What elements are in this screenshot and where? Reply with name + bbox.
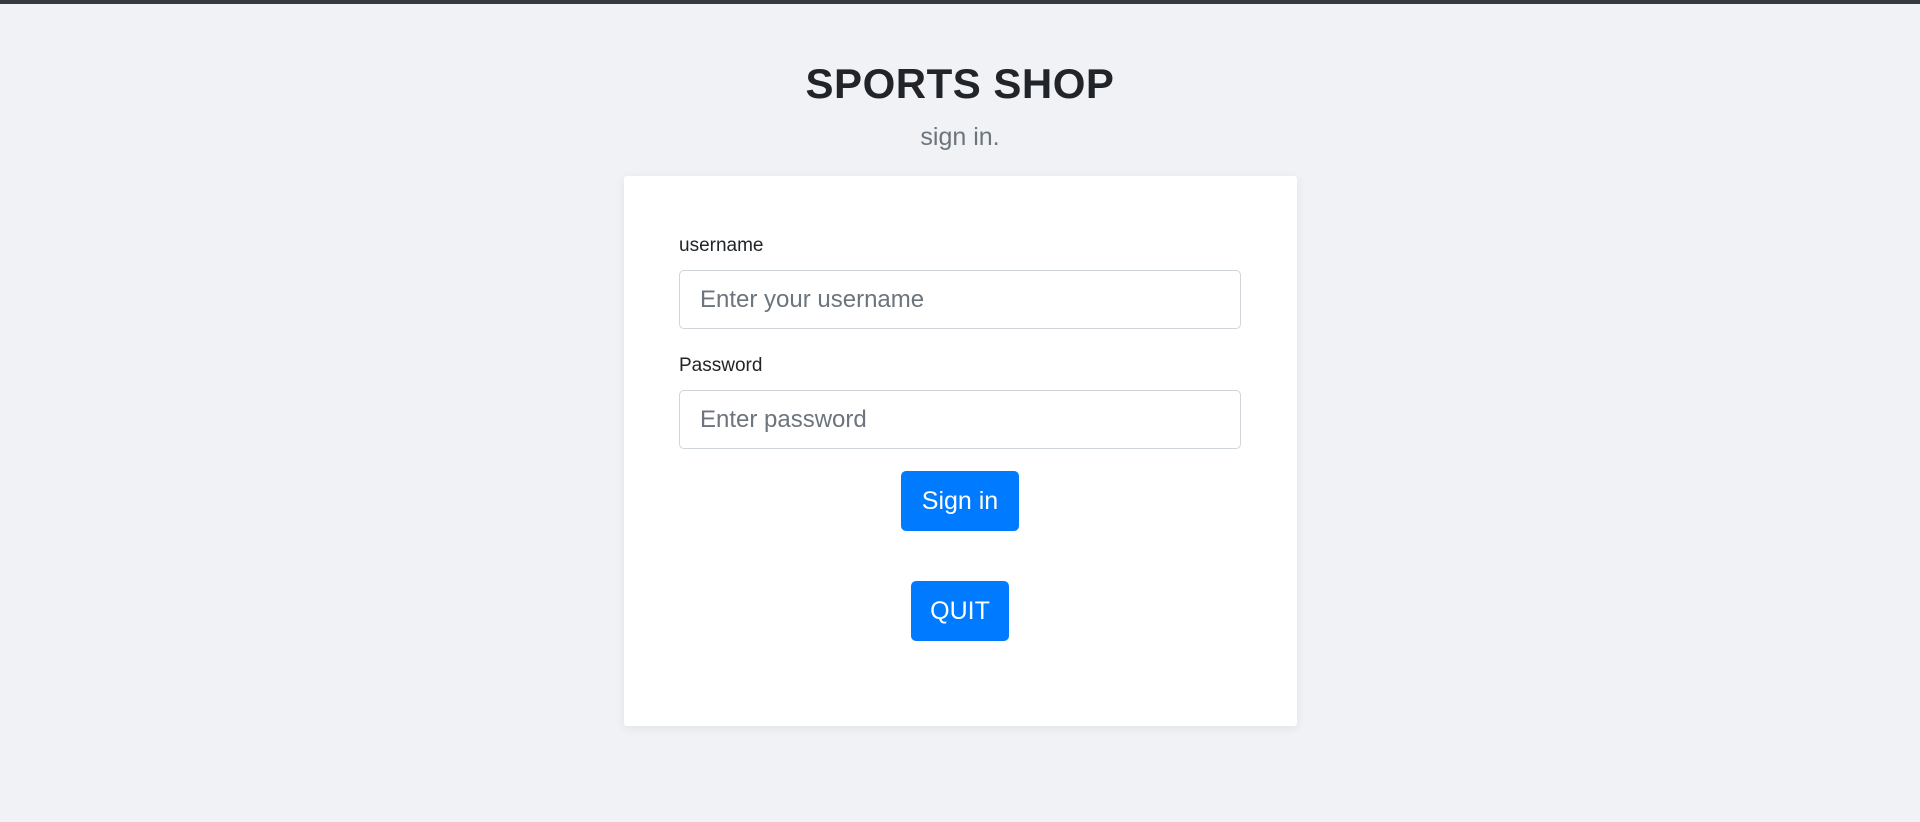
password-label: Password (679, 355, 763, 376)
quit-button[interactable]: QUIT (911, 581, 1009, 641)
page-subtitle: sign in. (920, 123, 1000, 151)
username-input[interactable] (679, 270, 1241, 329)
username-label: username (679, 235, 764, 256)
password-input[interactable] (679, 390, 1241, 449)
signin-card: username Password Sign in QUIT (624, 176, 1297, 726)
top-bar (0, 0, 1920, 4)
signin-button[interactable]: Sign in (901, 471, 1019, 531)
page-title: SPORTS SHOP (805, 60, 1115, 107)
